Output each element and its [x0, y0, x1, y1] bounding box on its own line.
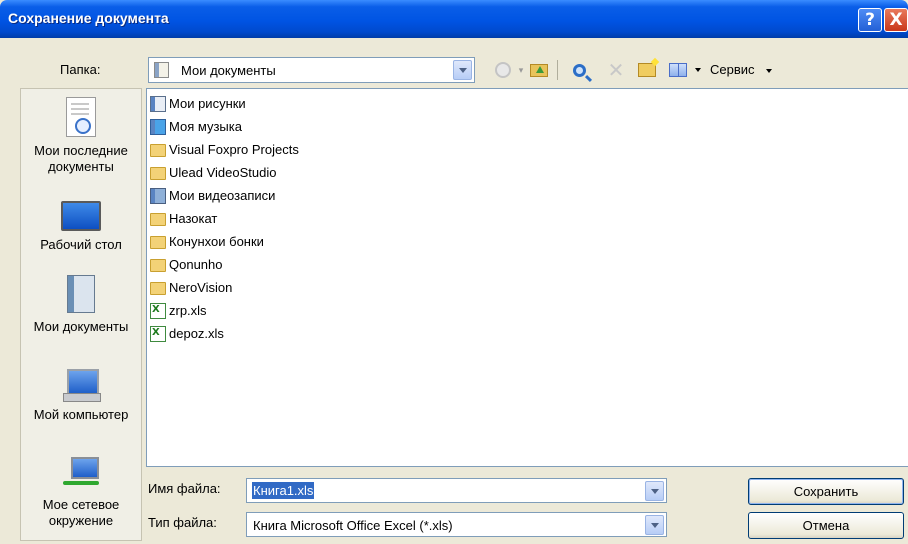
file-name: Мои видеозаписи	[169, 188, 276, 203]
back-button[interactable]	[490, 57, 516, 83]
chevron-down-icon[interactable]	[453, 60, 472, 80]
list-item[interactable]: Мои рисунки	[150, 93, 246, 114]
file-list[interactable]: Мои рисунки Моя музыка Visual Foxpro Pro…	[146, 88, 908, 467]
list-item[interactable]: Ulead VideoStudio	[150, 162, 276, 183]
network-places-icon	[63, 457, 99, 491]
chevron-down-icon[interactable]	[645, 515, 664, 535]
help-button[interactable]: ?	[858, 8, 882, 32]
excel-file-icon	[150, 325, 166, 342]
places-bar: Мои последние документы Рабочий стол Мои…	[20, 88, 142, 541]
excel-file-icon	[150, 302, 166, 319]
list-item[interactable]: Qonunho	[150, 254, 223, 275]
my-documents-icon	[154, 62, 169, 78]
videos-folder-icon	[150, 187, 166, 204]
toolbar-separator	[557, 60, 558, 80]
pictures-folder-icon	[150, 95, 166, 112]
place-my-computer[interactable]: Мой компьютер	[21, 369, 141, 423]
filename-value: Книга1.xls	[252, 482, 315, 499]
my-documents-icon	[67, 275, 95, 313]
views-icon	[669, 63, 687, 77]
delete-icon: ✕	[607, 58, 625, 82]
file-name: Мои рисунки	[169, 96, 246, 111]
list-item[interactable]: NeroVision	[150, 277, 232, 298]
search-icon	[572, 63, 586, 77]
list-item[interactable]: Мои видеозаписи	[150, 185, 275, 206]
folder-icon	[150, 213, 166, 226]
filename-input[interactable]: Книга1.xls	[246, 478, 667, 503]
up-one-level-button[interactable]	[528, 57, 550, 83]
list-item[interactable]: Моя музыка	[150, 116, 242, 137]
place-label: Мой компьютер	[33, 407, 129, 422]
folder-icon	[150, 282, 166, 295]
file-name: zrp.xls	[169, 303, 207, 318]
my-computer-icon	[63, 369, 101, 402]
place-my-documents[interactable]: Мои документы	[21, 275, 141, 335]
delete-button[interactable]: ✕	[604, 57, 628, 83]
place-recent-documents[interactable]: Мои последние документы	[21, 97, 141, 175]
filetype-label: Тип файла:	[148, 515, 217, 530]
list-item[interactable]: Назокат	[150, 208, 217, 229]
views-button[interactable]	[666, 57, 690, 83]
place-label: Мое сетевое окружение	[42, 497, 120, 528]
folder-icon	[150, 167, 166, 180]
folder-select-value: Мои документы	[181, 63, 276, 78]
new-folder-button[interactable]	[635, 57, 659, 83]
file-name: Назокат	[169, 211, 218, 226]
dialog-title: Сохранение документа	[8, 10, 169, 26]
filename-label: Имя файла:	[148, 481, 221, 496]
search-web-button[interactable]	[566, 57, 592, 83]
filetype-select[interactable]: Книга Microsoft Office Excel (*.xls)	[246, 512, 667, 537]
list-item[interactable]: depoz.xls	[150, 323, 224, 344]
file-name: NeroVision	[169, 280, 233, 295]
close-button[interactable]: X	[884, 8, 908, 32]
views-dropdown-arrow[interactable]	[693, 57, 703, 83]
folder-label: Папка:	[60, 62, 101, 77]
chevron-down-icon[interactable]	[645, 481, 664, 501]
folder-icon	[150, 236, 166, 249]
filetype-value: Книга Microsoft Office Excel (*.xls)	[253, 518, 453, 533]
file-name: depoz.xls	[169, 326, 224, 341]
place-label: Мои документы	[33, 319, 129, 334]
list-item[interactable]: zrp.xls	[150, 300, 207, 321]
music-folder-icon	[150, 118, 166, 135]
place-network[interactable]: Мое сетевое окружение	[21, 457, 141, 529]
list-item[interactable]: Конунхои бонки	[150, 231, 264, 252]
file-name: Моя музыка	[169, 119, 242, 134]
new-folder-icon	[638, 63, 656, 77]
place-label: Рабочий стол	[40, 237, 122, 252]
file-name: Ulead VideoStudio	[169, 165, 277, 180]
tools-menu[interactable]: Сервис	[710, 62, 755, 77]
folder-up-icon	[530, 63, 548, 77]
title-bar[interactable]: Сохранение документа ? X	[0, 0, 908, 38]
back-history-dropdown[interactable]: ▾	[516, 57, 526, 83]
list-item[interactable]: Visual Foxpro Projects	[150, 139, 299, 160]
desktop-icon	[61, 201, 101, 231]
place-desktop[interactable]: Рабочий стол	[21, 201, 141, 253]
folder-select[interactable]: Мои документы	[148, 57, 475, 83]
folder-icon	[150, 144, 166, 157]
tools-menu-arrow-icon[interactable]	[766, 69, 772, 73]
back-icon	[495, 62, 511, 78]
file-name: Visual Foxpro Projects	[169, 142, 299, 157]
recent-documents-icon	[66, 97, 96, 137]
cancel-button[interactable]: Отмена	[748, 512, 904, 539]
save-button[interactable]: Сохранить	[748, 478, 904, 505]
save-dialog: Сохранение документа ? X Папка: Мои доку…	[0, 0, 908, 544]
place-label: Мои последние документы	[34, 143, 128, 174]
folder-icon	[150, 259, 166, 272]
file-name: Qonunho	[169, 257, 223, 272]
file-name: Конунхои бонки	[169, 234, 264, 249]
